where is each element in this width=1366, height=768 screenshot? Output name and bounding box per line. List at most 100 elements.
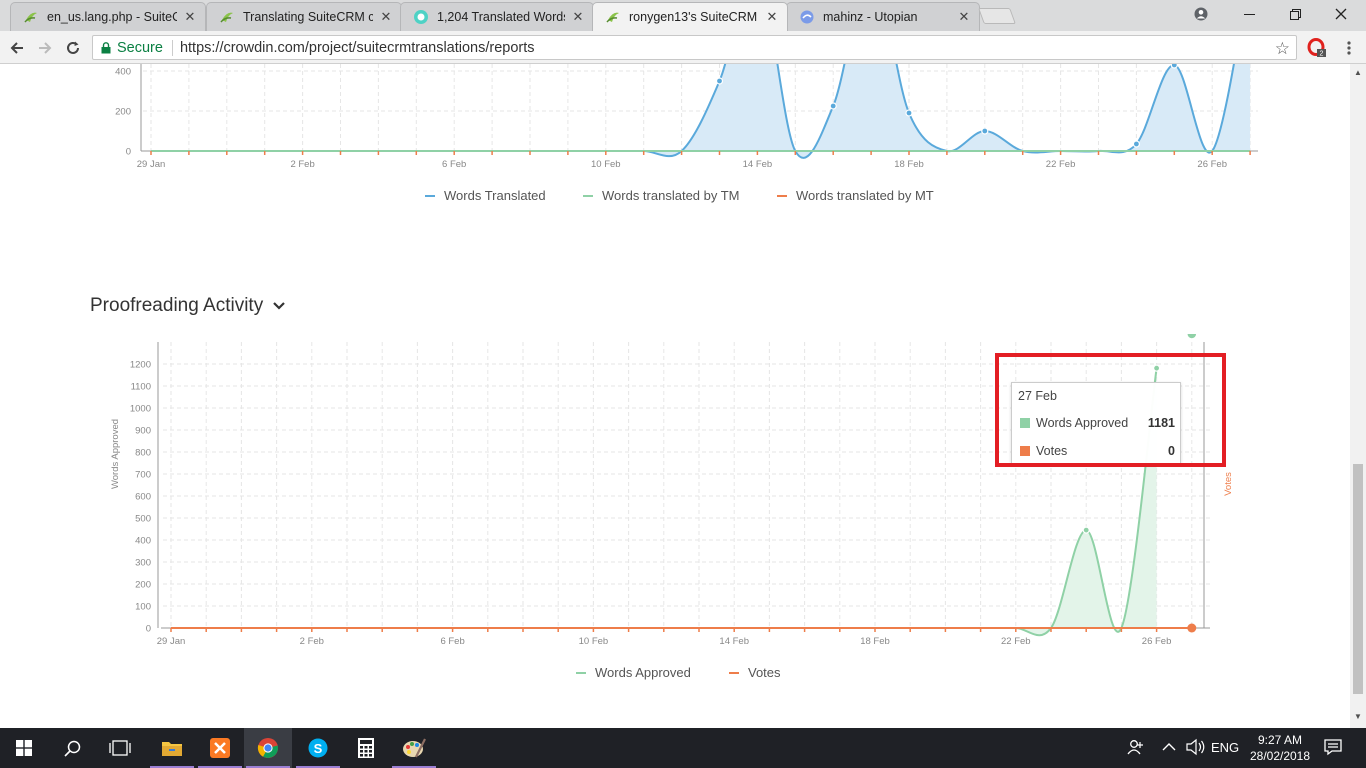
search-icon[interactable] [48, 728, 96, 768]
scroll-down-icon[interactable]: ▼ [1354, 712, 1362, 721]
legend-words-by-mt[interactable]: Words translated by MT [777, 188, 934, 203]
secure-label: Secure [117, 39, 163, 56]
back-icon[interactable] [6, 37, 28, 59]
notification-icon[interactable] [1324, 738, 1342, 759]
proofreading-activity-toggle[interactable]: Proofreading Activity [90, 295, 285, 317]
translation-activity-chart: 0 200 400 29 Jan 2 Feb 6 Feb 10 Feb 14 Feb 18 Fe… [115, 64, 1258, 170]
legend-words-by-tm[interactable]: Words translated by TM [583, 188, 740, 203]
x-tick-label: 10 Feb [591, 159, 621, 170]
x-tick-label: 26 Feb [1197, 159, 1227, 170]
hover-point [1186, 334, 1198, 340]
tab-mahinz-utopian[interactable]: mahinz - Utopian ✕ [786, 2, 980, 31]
url-text[interactable]: https://crowdin.com/project/suitecrmtran… [180, 40, 535, 56]
tab-ronygen13-suitecrm[interactable]: ronygen13's SuiteCRM co ✕ [592, 2, 788, 31]
legend-swatch [729, 671, 739, 674]
browser-toolbar: Secure https://crowdin.com/project/suite… [0, 31, 1366, 64]
close-icon[interactable]: ✕ [183, 9, 197, 25]
x-tick-label: 2 Feb [290, 159, 314, 170]
y-tick-label: 1100 [131, 382, 151, 393]
x-tick-label: 29 Jan [157, 636, 186, 647]
minimize-icon[interactable] [1226, 3, 1272, 25]
y-tick-label: 400 [135, 536, 151, 547]
x-tick-label: 26 Feb [1142, 636, 1172, 647]
x-tick-label: 6 Feb [442, 159, 466, 170]
people-icon[interactable] [1126, 738, 1144, 759]
data-point [1082, 526, 1090, 534]
svg-text:S: S [314, 741, 323, 756]
file-explorer-icon[interactable] [148, 728, 196, 768]
data-point [981, 127, 989, 135]
close-icon[interactable]: ✕ [379, 9, 393, 25]
legend-swatch [777, 194, 787, 197]
crowdin-icon [606, 12, 619, 23]
scroll-up-icon[interactable]: ▲ [1354, 68, 1362, 77]
browser-tab-strip: en_us.lang.php - SuiteCR ✕ Translating S… [0, 0, 1366, 31]
data-point [905, 109, 913, 117]
y-tick-label: 300 [135, 558, 151, 569]
scroll-thumb[interactable] [1353, 464, 1363, 694]
legend-swatch [583, 194, 593, 197]
opera-extension-icon[interactable]: 2 [1306, 37, 1328, 59]
legend-words-translated[interactable]: Words Translated [425, 188, 546, 203]
annotation-highlight-box [995, 353, 1226, 467]
bookmark-star-icon[interactable]: ☆ [1275, 39, 1290, 59]
section-title: Proofreading Activity [90, 295, 264, 316]
chevron-up-icon[interactable] [1162, 738, 1176, 759]
data-point [829, 102, 837, 110]
x-tick-label: 2 Feb [300, 636, 324, 647]
omnibox-divider [171, 39, 173, 56]
system-clock[interactable]: 9:27 AM 28/02/2018 [1245, 732, 1315, 764]
x-tick-label: 10 Feb [579, 636, 609, 647]
hover-point-votes [1187, 623, 1197, 633]
close-icon[interactable]: ✕ [957, 9, 971, 25]
y-tick-label: 400 [115, 67, 131, 78]
language-indicator[interactable]: ENG [1211, 740, 1239, 755]
x-tick-label: 22 Feb [1001, 636, 1031, 647]
task-view-icon[interactable] [96, 728, 144, 768]
address-bar[interactable]: Secure https://crowdin.com/project/suite… [92, 35, 1297, 60]
x-tick-label: 14 Feb [743, 159, 773, 170]
y-tick-label: 200 [115, 107, 131, 118]
close-icon[interactable]: ✕ [571, 9, 585, 25]
lock-icon [101, 41, 111, 53]
crowdin-icon [24, 12, 37, 23]
forward-icon[interactable] [34, 37, 56, 59]
clock-date: 28/02/2018 [1249, 749, 1311, 763]
y2-axis-title: Votes [1223, 472, 1234, 496]
profile-icon[interactable] [1178, 3, 1224, 25]
y-tick-label: 600 [135, 492, 151, 503]
xampp-icon[interactable] [196, 728, 244, 768]
clock-time: 9:27 AM [1257, 733, 1303, 747]
y-tick-label: 900 [135, 426, 151, 437]
close-window-icon[interactable] [1318, 3, 1364, 25]
legend-swatch [425, 194, 435, 197]
windows-taskbar: S ENG 9:27 AM 28/02/2018 [0, 728, 1366, 768]
tab-translating-suitecrm[interactable]: Translating SuiteCRM co ✕ [206, 2, 402, 31]
new-tab-button[interactable] [978, 8, 1016, 24]
skype-icon[interactable]: S [294, 728, 342, 768]
chrome-menu-icon[interactable] [1338, 37, 1360, 59]
paint-icon[interactable] [390, 728, 438, 768]
reload-icon[interactable] [62, 37, 84, 59]
close-icon[interactable]: ✕ [765, 9, 779, 25]
y-tick-label: 1200 [130, 360, 151, 371]
tab-translated-words[interactable]: 1,204 Translated Words o ✕ [400, 2, 594, 31]
x-tick-label: 29 Jan [137, 159, 166, 170]
restore-icon[interactable] [1272, 3, 1318, 25]
calculator-icon[interactable] [342, 728, 390, 768]
volume-icon[interactable] [1186, 738, 1206, 759]
chrome-icon[interactable] [244, 728, 292, 768]
x-tick-label: 22 Feb [1046, 159, 1076, 170]
y-tick-label: 800 [135, 448, 151, 459]
tab-en-us-lang[interactable]: en_us.lang.php - SuiteCR ✕ [10, 2, 206, 31]
x-tick-label: 6 Feb [440, 636, 464, 647]
page-scrollbar[interactable]: ▲ ▼ [1350, 64, 1366, 728]
x-tick-label: 14 Feb [719, 636, 749, 647]
data-point [715, 77, 724, 85]
crowdin-icon [220, 12, 233, 23]
legend-votes[interactable]: Votes [729, 665, 781, 680]
windows-start-icon[interactable] [0, 728, 48, 768]
legend-words-approved[interactable]: Words Approved [576, 665, 691, 680]
x-tick-label: 18 Feb [894, 159, 924, 170]
extension-badge: 2 [1320, 51, 1324, 58]
